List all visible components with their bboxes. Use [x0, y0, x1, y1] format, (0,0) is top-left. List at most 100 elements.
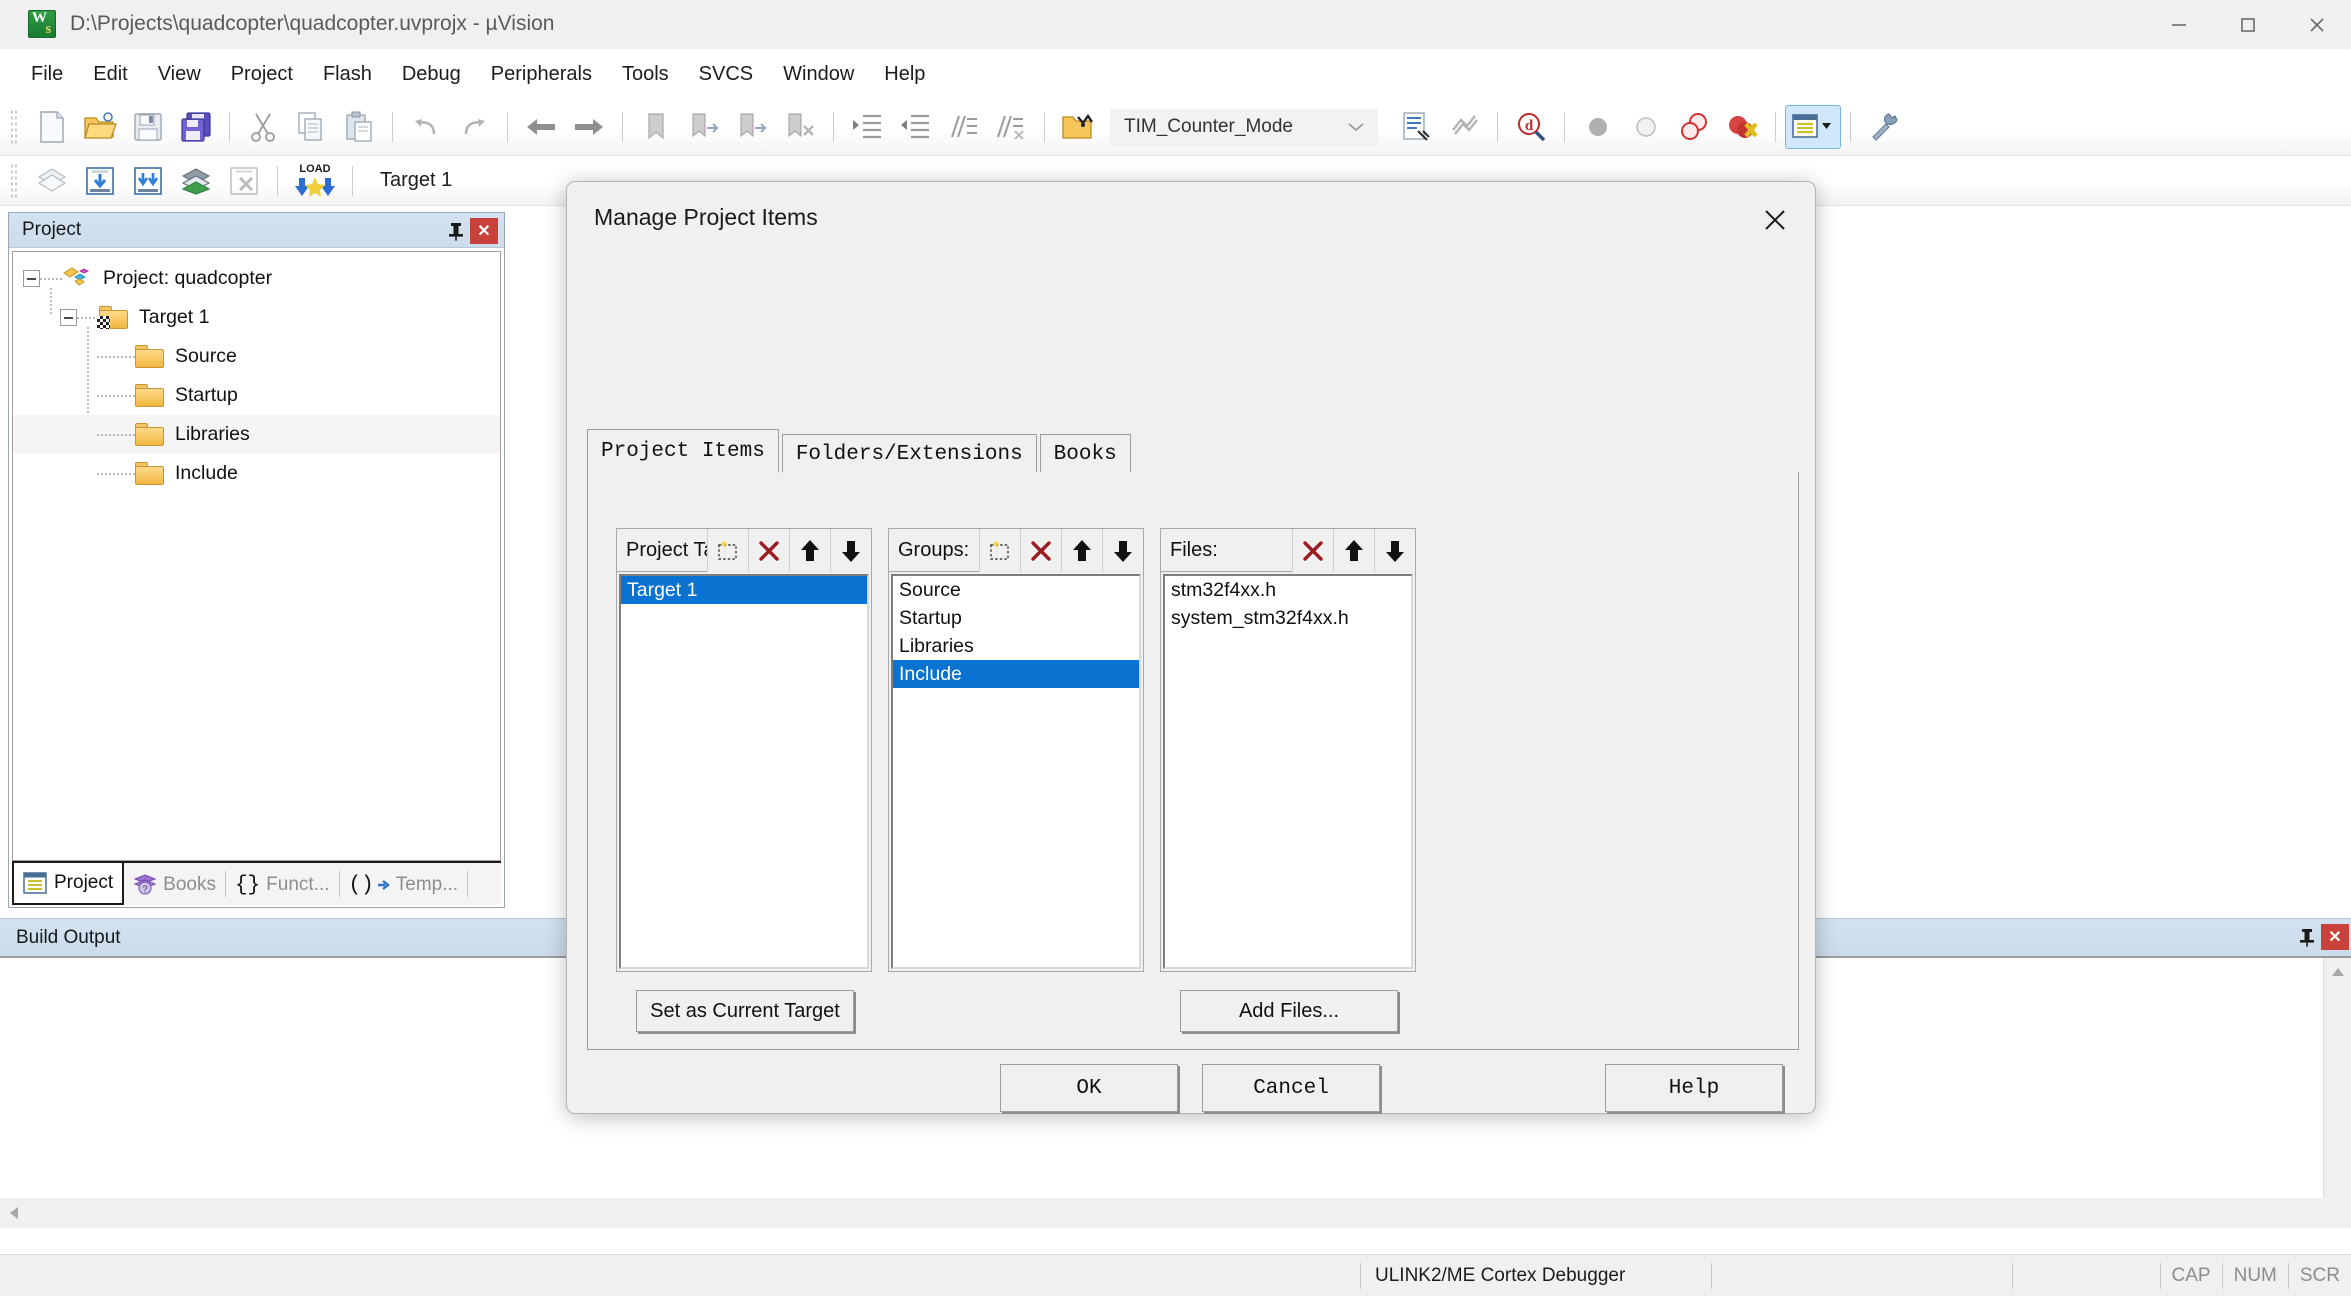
find-combo[interactable]: TIM_Counter_Mode [1110, 108, 1378, 146]
build-output-vscrollbar[interactable] [2323, 958, 2351, 1198]
tree-node-libraries[interactable]: Libraries [13, 415, 500, 454]
toolbar-grip[interactable] [10, 109, 19, 145]
list-item[interactable]: stm32f4xx.h [1165, 576, 1411, 604]
save-icon[interactable] [124, 105, 172, 149]
new-item-icon[interactable] [979, 529, 1020, 572]
move-down-icon[interactable] [830, 529, 871, 572]
bookmark-prev-icon[interactable] [680, 105, 728, 149]
move-up-icon[interactable] [1333, 529, 1374, 572]
save-all-icon[interactable] [172, 105, 220, 149]
menu-window[interactable]: Window [768, 57, 869, 92]
breakpoint-disable-icon[interactable] [1622, 105, 1670, 149]
cut-icon[interactable] [239, 105, 287, 149]
project-window-icon[interactable] [1785, 105, 1841, 149]
menu-flash[interactable]: Flash [308, 57, 387, 92]
pin-icon[interactable] [442, 216, 470, 246]
redo-icon[interactable] [450, 105, 498, 149]
text-browse-icon[interactable] [1392, 105, 1440, 149]
translate-file-icon[interactable] [28, 159, 76, 203]
close-icon[interactable] [2282, 0, 2351, 49]
delete-icon[interactable] [748, 529, 789, 572]
batch-build-icon[interactable] [172, 159, 220, 203]
breakpoint-kill-icon[interactable] [1718, 105, 1766, 149]
breakpoint-all-icon[interactable] [1670, 105, 1718, 149]
menu-peripherals[interactable]: Peripherals [476, 57, 607, 92]
cancel-button[interactable]: Cancel [1202, 1064, 1380, 1112]
build-target-icon[interactable] [76, 159, 124, 203]
project-tree[interactable]: Project: quadcopter Target 1 Source Star… [12, 251, 501, 861]
comment-icon[interactable] [939, 105, 987, 149]
menu-tools[interactable]: Tools [607, 57, 684, 92]
navigate-back-icon[interactable] [517, 105, 565, 149]
tab-templates[interactable]: () Temp... [340, 865, 468, 905]
close-icon[interactable]: ✕ [470, 217, 498, 244]
navigate-forward-icon[interactable] [565, 105, 613, 149]
move-down-icon[interactable] [1374, 529, 1415, 572]
outdent-icon[interactable] [891, 105, 939, 149]
toolbar-grip[interactable] [10, 162, 19, 199]
maximize-icon[interactable] [2213, 0, 2282, 49]
chevron-down-icon[interactable] [1335, 110, 1377, 145]
bookmark-next-icon[interactable] [728, 105, 776, 149]
scroll-left-icon[interactable] [0, 1199, 28, 1227]
menu-view[interactable]: View [143, 57, 216, 92]
list-item[interactable]: Libraries [893, 632, 1139, 660]
ok-button[interactable]: OK [1000, 1064, 1178, 1112]
move-down-icon[interactable] [1102, 529, 1143, 572]
expander-icon[interactable] [23, 270, 40, 287]
expander-icon[interactable] [60, 309, 77, 326]
tab-books[interactable]: ? Books [124, 865, 225, 905]
undo-icon[interactable] [402, 105, 450, 149]
files-listbox[interactable]: stm32f4xx.h system_stm32f4xx.h [1163, 574, 1413, 969]
scroll-up-icon[interactable] [2324, 958, 2351, 986]
new-item-icon[interactable] [707, 529, 748, 572]
paste-icon[interactable] [335, 105, 383, 149]
rebuild-all-icon[interactable] [124, 159, 172, 203]
bookmark-clear-icon[interactable] [776, 105, 824, 149]
tree-node-target[interactable]: Target 1 [13, 298, 500, 337]
find-in-files-icon[interactable] [1054, 105, 1102, 149]
list-item[interactable]: system_stm32f4xx.h [1165, 604, 1411, 632]
delete-icon[interactable] [1292, 529, 1333, 572]
add-files-button[interactable]: Add Files... [1180, 990, 1398, 1032]
new-file-icon[interactable] [28, 105, 76, 149]
target-selector-label[interactable]: Target 1 [380, 169, 452, 192]
indent-icon[interactable] [843, 105, 891, 149]
move-up-icon[interactable] [789, 529, 830, 572]
stop-build-icon[interactable] [220, 159, 268, 203]
list-item[interactable]: Startup [893, 604, 1139, 632]
menu-project[interactable]: Project [216, 57, 308, 92]
find-references-icon[interactable] [1440, 105, 1488, 149]
bookmark-toggle-icon[interactable] [632, 105, 680, 149]
tab-functions[interactable]: {} Funct... [226, 865, 339, 905]
minimize-icon[interactable] [2144, 0, 2213, 49]
download-icon[interactable]: LOAD [287, 159, 343, 203]
project-targets-listbox[interactable]: Target 1 [619, 574, 869, 969]
debug-search-icon[interactable]: d [1507, 105, 1555, 149]
groups-listbox[interactable]: Source Startup Libraries Include [891, 574, 1141, 969]
menu-help[interactable]: Help [869, 57, 940, 92]
tree-node-startup[interactable]: Startup [13, 376, 500, 415]
tab-folders-extensions[interactable]: Folders/Extensions [781, 434, 1037, 473]
close-icon[interactable] [1753, 198, 1797, 242]
list-item[interactable]: Target 1 [621, 576, 867, 604]
tree-node-project-root[interactable]: Project: quadcopter [13, 259, 500, 298]
move-up-icon[interactable] [1061, 529, 1102, 572]
pin-icon[interactable] [2293, 922, 2321, 952]
list-item[interactable]: Include [893, 660, 1139, 688]
set-as-current-target-button[interactable]: Set as Current Target [636, 990, 854, 1032]
open-file-icon[interactable] [76, 105, 124, 149]
copy-icon[interactable] [287, 105, 335, 149]
tab-project-items[interactable]: Project Items [587, 429, 779, 473]
tab-books[interactable]: Books [1039, 434, 1131, 473]
uncomment-icon[interactable] [987, 105, 1035, 149]
close-icon[interactable]: ✕ [2321, 923, 2349, 950]
menu-debug[interactable]: Debug [387, 57, 476, 92]
breakpoint-insert-icon[interactable] [1574, 105, 1622, 149]
configure-tools-icon[interactable] [1860, 105, 1908, 149]
menu-file[interactable]: File [16, 57, 78, 92]
menu-edit[interactable]: Edit [78, 57, 142, 92]
tab-project[interactable]: Project [12, 863, 125, 905]
help-button[interactable]: Help [1605, 1064, 1783, 1112]
tree-node-source[interactable]: Source [13, 337, 500, 376]
